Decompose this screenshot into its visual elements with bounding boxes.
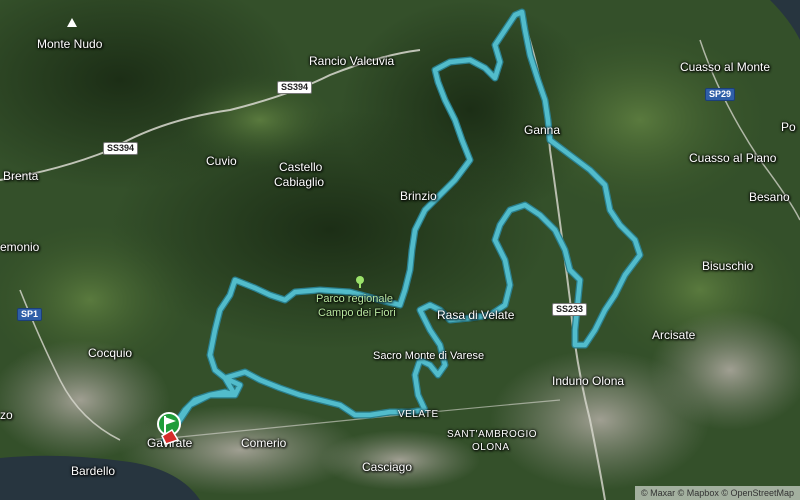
road-shield-sp1: SP1 [17, 308, 43, 321]
place-label-rasa-di-velate: Rasa di Velate [437, 308, 515, 322]
terrain-light [490, 10, 790, 230]
place-label-campo-dei-fiori: Campo dei Fiori [318, 307, 396, 319]
place-label-arcisate: Arcisate [652, 328, 696, 342]
place-label-castello: Castello [279, 160, 323, 174]
road-shield-sp29: SP29 [705, 88, 736, 101]
place-label-monte-nudo: Monte Nudo [37, 37, 103, 51]
place-label-brenta: Brenta [3, 169, 39, 183]
place-label-sant-ambrogio: SANT'AMBROGIO [447, 429, 538, 440]
start-finish-marker-icon[interactable] [152, 410, 186, 450]
place-label-cuasso-al-monte: Cuasso al Monte [680, 60, 771, 74]
place-label-bardello: Bardello [71, 464, 116, 478]
map-view[interactable]: SS394 SS394 SP29 SP1 SS233 Monte Nudo Ra… [0, 0, 800, 500]
place-label-porto: Po [781, 120, 796, 134]
place-label-bisuschio: Bisuschio [702, 259, 754, 273]
place-label-edge: zo [0, 408, 13, 422]
map-canvas [0, 0, 800, 500]
place-label-comerio: Comerio [241, 436, 287, 450]
place-label-gemonio: emonio [0, 240, 40, 254]
place-label-sacro-monte: Sacro Monte di Varese [373, 350, 485, 362]
place-label-cuasso-al-piano: Cuasso al Piano [689, 151, 777, 165]
place-label-besano: Besano [749, 190, 790, 204]
road-shield-ss394: SS394 [103, 142, 139, 155]
place-label-olona: OLONA [472, 442, 510, 453]
place-label-cocquio: Cocquio [88, 346, 133, 360]
road-shield-ss394: SS394 [277, 81, 313, 94]
place-label-parco-regionale: Parco regionale [316, 293, 394, 305]
place-label-cabiaglio: Cabiaglio [274, 175, 325, 189]
place-label-brinzio: Brinzio [400, 189, 437, 203]
place-label-induno-olona: Induno Olona [552, 374, 625, 388]
map-attribution[interactable]: © Maxar © Mapbox © OpenStreetMap [635, 486, 800, 500]
place-label-cuvio: Cuvio [206, 154, 237, 168]
place-label-velate: VELATE [398, 409, 439, 420]
place-label-casciago: Casciago [362, 460, 413, 474]
terrain-light [170, 70, 350, 170]
place-label-rancio-valcuvia: Rancio Valcuvia [309, 54, 395, 68]
place-label-ganna: Ganna [524, 123, 561, 137]
road-shield-ss233: SS233 [552, 303, 588, 316]
park-tree-icon [356, 276, 364, 284]
